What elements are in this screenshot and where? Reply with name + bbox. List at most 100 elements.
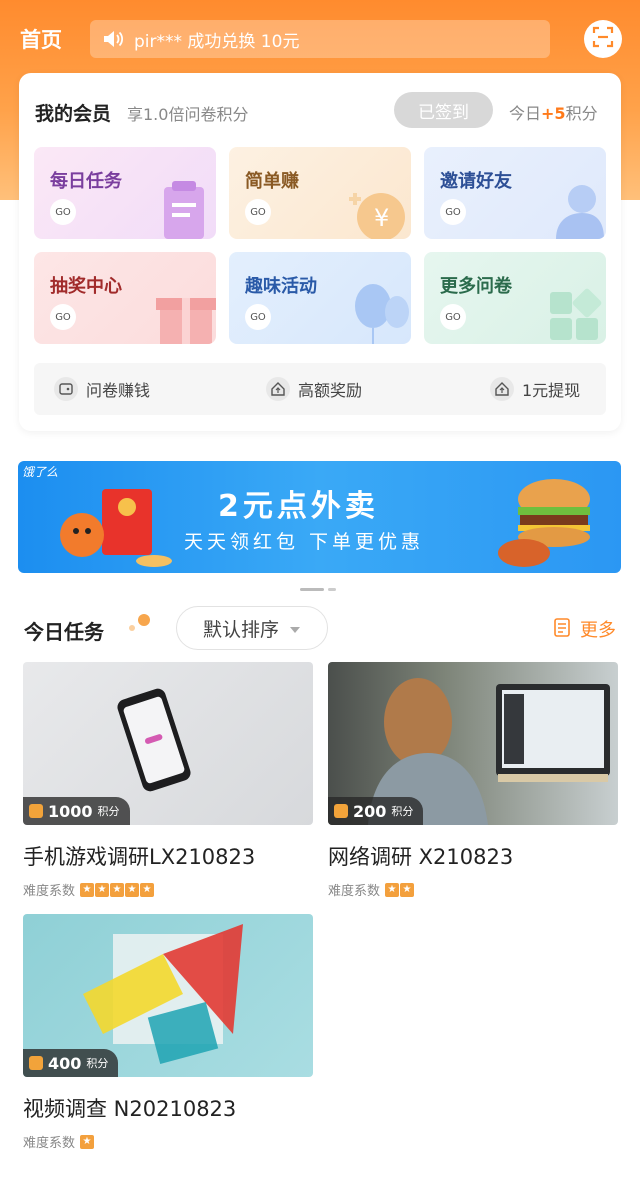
grid-icon <box>550 288 602 340</box>
house-up-icon <box>490 377 514 401</box>
member-title: 我的会员 <box>35 103 112 125</box>
quick-link-label: 问卷赚钱 <box>86 381 151 400</box>
speaker-icon <box>102 29 124 49</box>
quick-link-label: 高额奖励 <box>298 381 363 400</box>
red-envelope-fox-illustration <box>60 489 172 567</box>
tile-invite-friends[interactable]: 邀请好友 GO <box>424 147 606 239</box>
tile-simple-earn[interactable]: 简单赚 GO ¥ <box>229 147 411 239</box>
list-icon <box>554 617 570 642</box>
section-title: 今日任务 <box>24 620 104 644</box>
balloon-icon <box>355 284 409 344</box>
points-badge: 1000 积分 <box>23 797 130 825</box>
signed-in-button[interactable]: 已签到 <box>394 92 493 128</box>
points-unit: 积分 <box>97 805 120 818</box>
star-icon: ★ <box>400 882 415 897</box>
burger-illustration <box>498 479 590 567</box>
task-name: 视频调查 N20210823 <box>23 1097 237 1121</box>
difficulty: 难度系数 ★ ★ <box>328 880 618 899</box>
tile-label: 趣味活动 <box>245 276 317 297</box>
pagination-dot <box>328 588 336 591</box>
banner-brand: 饿了么 <box>22 465 59 479</box>
difficulty-label: 难度系数 <box>23 884 76 899</box>
task-image: 200 积分 <box>328 662 618 825</box>
task-name: 网络调研 X210823 <box>328 845 514 869</box>
member-subtitle: 享1.0倍问卷积分 <box>127 105 249 124</box>
notice-text: pir*** 成功兑换 10元 <box>134 31 300 52</box>
difficulty-label: 难度系数 <box>23 1136 76 1151</box>
go-badge: GO <box>245 199 271 225</box>
quick-link-survey-earn[interactable]: 问卷赚钱 <box>54 377 150 401</box>
today-points-suffix: 积分 <box>565 104 598 123</box>
star-icon: ★ <box>110 882 125 897</box>
difficulty-stars: ★ <box>80 1134 95 1149</box>
points-badge: 200 积分 <box>328 797 424 825</box>
star-icon: ★ <box>95 882 110 897</box>
go-badge: GO <box>50 304 76 330</box>
go-badge: GO <box>245 304 271 330</box>
more-link[interactable]: 更多 <box>554 616 616 642</box>
top-header: 首页 pir*** 成功兑换 10元 <box>0 0 640 76</box>
clipboard-icon <box>164 181 204 239</box>
go-badge: GO <box>50 199 76 225</box>
points-unit: 积分 <box>391 805 414 818</box>
tile-label: 抽奖中心 <box>50 276 122 297</box>
house-up-icon <box>266 377 290 401</box>
quick-link-withdraw[interactable]: 1元提现 <box>490 377 580 401</box>
scan-button[interactable] <box>584 20 622 58</box>
tile-label: 每日任务 <box>50 171 122 192</box>
points-value: 1000 <box>48 801 93 821</box>
task-image: 1000 积分 <box>23 662 313 825</box>
person-icon <box>556 185 604 239</box>
quick-link-label: 1元提现 <box>522 381 581 400</box>
scan-icon <box>592 26 614 52</box>
difficulty-stars: ★ ★ <box>385 882 415 897</box>
tile-label: 简单赚 <box>245 171 299 192</box>
gift-icon <box>156 298 216 344</box>
coin-icon <box>29 804 43 818</box>
tile-label: 邀请好友 <box>440 171 512 192</box>
quick-link-high-reward[interactable]: 高额奖励 <box>266 377 362 401</box>
difficulty-stars: ★ ★ ★ ★ ★ <box>80 882 155 897</box>
promo-banner[interactable]: 饿了么 2元点外卖 天天领红包 下单更优惠 <box>18 461 621 573</box>
banner-pagination <box>300 588 336 591</box>
star-icon: ★ <box>385 882 400 897</box>
difficulty-label: 难度系数 <box>328 884 381 899</box>
money-bag-icon: ¥ <box>349 193 405 239</box>
wallet-icon <box>54 377 78 401</box>
tile-more-surveys[interactable]: 更多问卷 GO <box>424 252 606 344</box>
quick-links-row: 问卷赚钱 高额奖励 1元提现 <box>34 363 606 415</box>
points-value: 200 <box>353 801 387 821</box>
coin-icon <box>334 804 348 818</box>
task-card[interactable]: 1000 积分 手机游戏调研LX210823 难度系数 ★ ★ ★ ★ ★ <box>23 662 313 899</box>
notice-bar[interactable]: pir*** 成功兑换 10元 <box>90 20 550 58</box>
today-points: 今日+5积分 <box>509 100 598 124</box>
task-card[interactable]: 400 积分 视频调查 N20210823 难度系数 ★ <box>23 914 313 1151</box>
tile-fun-activities[interactable]: 趣味活动 GO <box>229 252 411 344</box>
difficulty: 难度系数 ★ <box>23 1132 313 1151</box>
today-points-prefix: 今日 <box>509 104 542 123</box>
svg-text:¥: ¥ <box>374 204 389 232</box>
go-badge: GO <box>440 199 466 225</box>
phone-illustration <box>117 688 191 792</box>
decorative-dots-icon <box>129 614 150 631</box>
sort-label: 默认排序 <box>202 618 279 641</box>
tasks-section-header: 今日任务 默认排序 更多 <box>24 606 620 650</box>
sort-dropdown[interactable]: 默认排序 <box>176 606 328 650</box>
tile-lottery-center[interactable]: 抽奖中心 GO <box>34 252 216 344</box>
tile-label: 更多问卷 <box>440 276 512 297</box>
member-card: 我的会员 享1.0倍问卷积分 已签到 今日+5积分 每日任务 GO 简单赚 GO… <box>19 73 621 431</box>
star-icon: ★ <box>80 882 95 897</box>
more-label: 更多 <box>580 620 616 641</box>
points-unit: 积分 <box>86 1057 109 1070</box>
banner-subtitle: 天天领红包 下单更优惠 <box>184 531 425 553</box>
points-value: 400 <box>48 1053 82 1073</box>
caret-down-icon <box>289 617 301 639</box>
star-icon: ★ <box>80 1134 95 1149</box>
page-title: 首页 <box>20 28 62 52</box>
points-badge: 400 积分 <box>23 1049 119 1077</box>
banner-title: 2元点外卖 <box>218 489 379 524</box>
task-card[interactable]: 200 积分 网络调研 X210823 难度系数 ★ ★ <box>328 662 618 899</box>
star-icon: ★ <box>140 882 155 897</box>
tile-daily-tasks[interactable]: 每日任务 GO <box>34 147 216 239</box>
pagination-dot-active <box>300 588 324 591</box>
